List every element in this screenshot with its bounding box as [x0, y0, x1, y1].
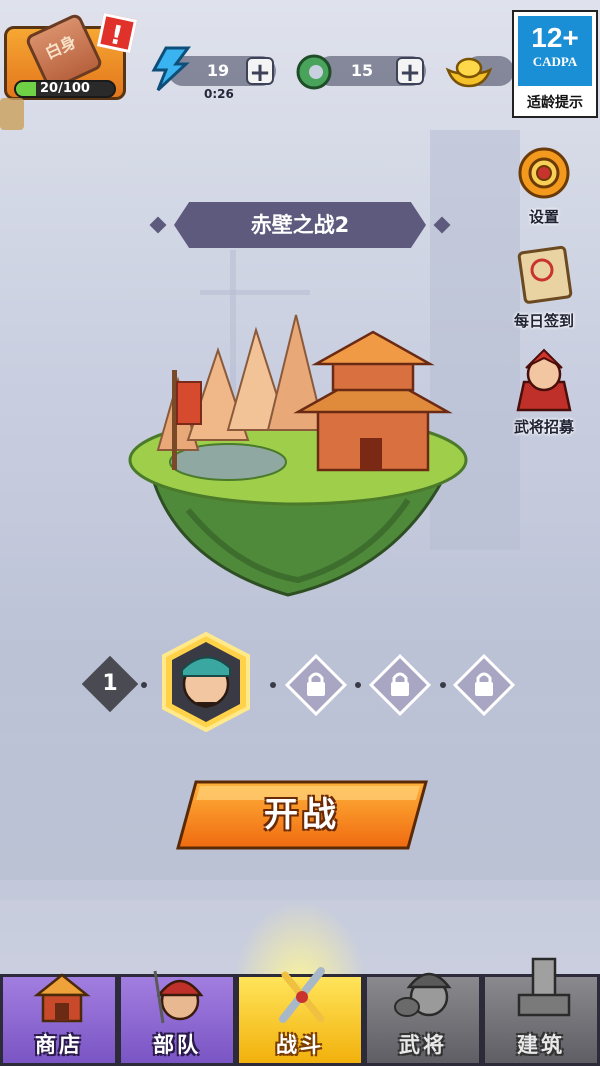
lock-icon [307, 672, 325, 696]
path-dot [440, 682, 446, 688]
current-stage-node[interactable] [158, 632, 254, 732]
recruit-general-label: 武将招募 [513, 418, 574, 436]
tab-army-label: 部队 [153, 1033, 201, 1057]
daily-checkin-label: 每日签到 [513, 312, 574, 330]
tab-battle[interactable]: 战斗 [236, 967, 364, 1066]
recruit-general-button[interactable]: 武将招募 [506, 346, 582, 437]
settings-label: 设置 [528, 208, 559, 226]
energy-value: 19 [206, 61, 230, 80]
army-icon [153, 970, 204, 1024]
tab-building-label: 建筑 [517, 1033, 565, 1057]
tab-army[interactable]: 部队 [118, 970, 236, 1066]
start-battle-label: 开战 [264, 795, 340, 835]
daily-checkin-button[interactable]: 每日签到 [506, 244, 582, 331]
jade-value: 15 [350, 61, 374, 80]
general-icon [394, 972, 452, 1017]
age-rating-badge: 12+ CADPA 适龄提示 [512, 10, 598, 118]
side-chest-icon[interactable] [0, 98, 24, 130]
tab-general[interactable]: 武将 [364, 972, 482, 1066]
path-dot [355, 682, 361, 688]
tab-shop-label: 商店 [35, 1033, 83, 1057]
tab-battle-label: 战斗 [276, 1033, 324, 1057]
age-rating-tip: 适龄提示 [527, 95, 583, 111]
floating-island-illustration[interactable] [128, 310, 468, 600]
add-jade-button[interactable]: + [396, 57, 424, 87]
exp-text: 20/100 [40, 81, 90, 96]
tab-building[interactable]: 建筑 [482, 957, 600, 1066]
stage-node-number-text: 1 [102, 671, 118, 696]
age-rating-org: CADPA [532, 54, 578, 69]
scroll-icon [517, 245, 573, 304]
warrior-icon [516, 348, 572, 412]
jade-coin-icon [296, 54, 332, 90]
stage-title: 赤壁之战2 [250, 213, 350, 237]
age-rating-age: 12+ [531, 22, 579, 53]
path-dot [270, 682, 276, 688]
battle-swords-icon [279, 967, 325, 1023]
lock-icon [391, 672, 409, 696]
tab-general-label: 武将 [399, 1033, 447, 1057]
path-dot [141, 682, 147, 688]
tab-shop[interactable]: 商店 [0, 973, 118, 1066]
building-icon [517, 957, 571, 1017]
add-energy-button[interactable]: + [246, 57, 274, 87]
banner-ornament-left [149, 216, 167, 234]
lightning-icon [151, 46, 191, 92]
gold-ingot-icon [445, 57, 493, 88]
age-rating-header: 12+ CADPA [518, 16, 592, 86]
gear-icon [518, 147, 570, 199]
lock-icon [475, 672, 493, 696]
alert-badge: ! [96, 12, 138, 54]
shop-icon [33, 973, 91, 1023]
background-mast-beam [200, 290, 310, 295]
settings-button[interactable]: 设置 [506, 144, 582, 227]
energy-timer: 0:26 [204, 87, 234, 101]
